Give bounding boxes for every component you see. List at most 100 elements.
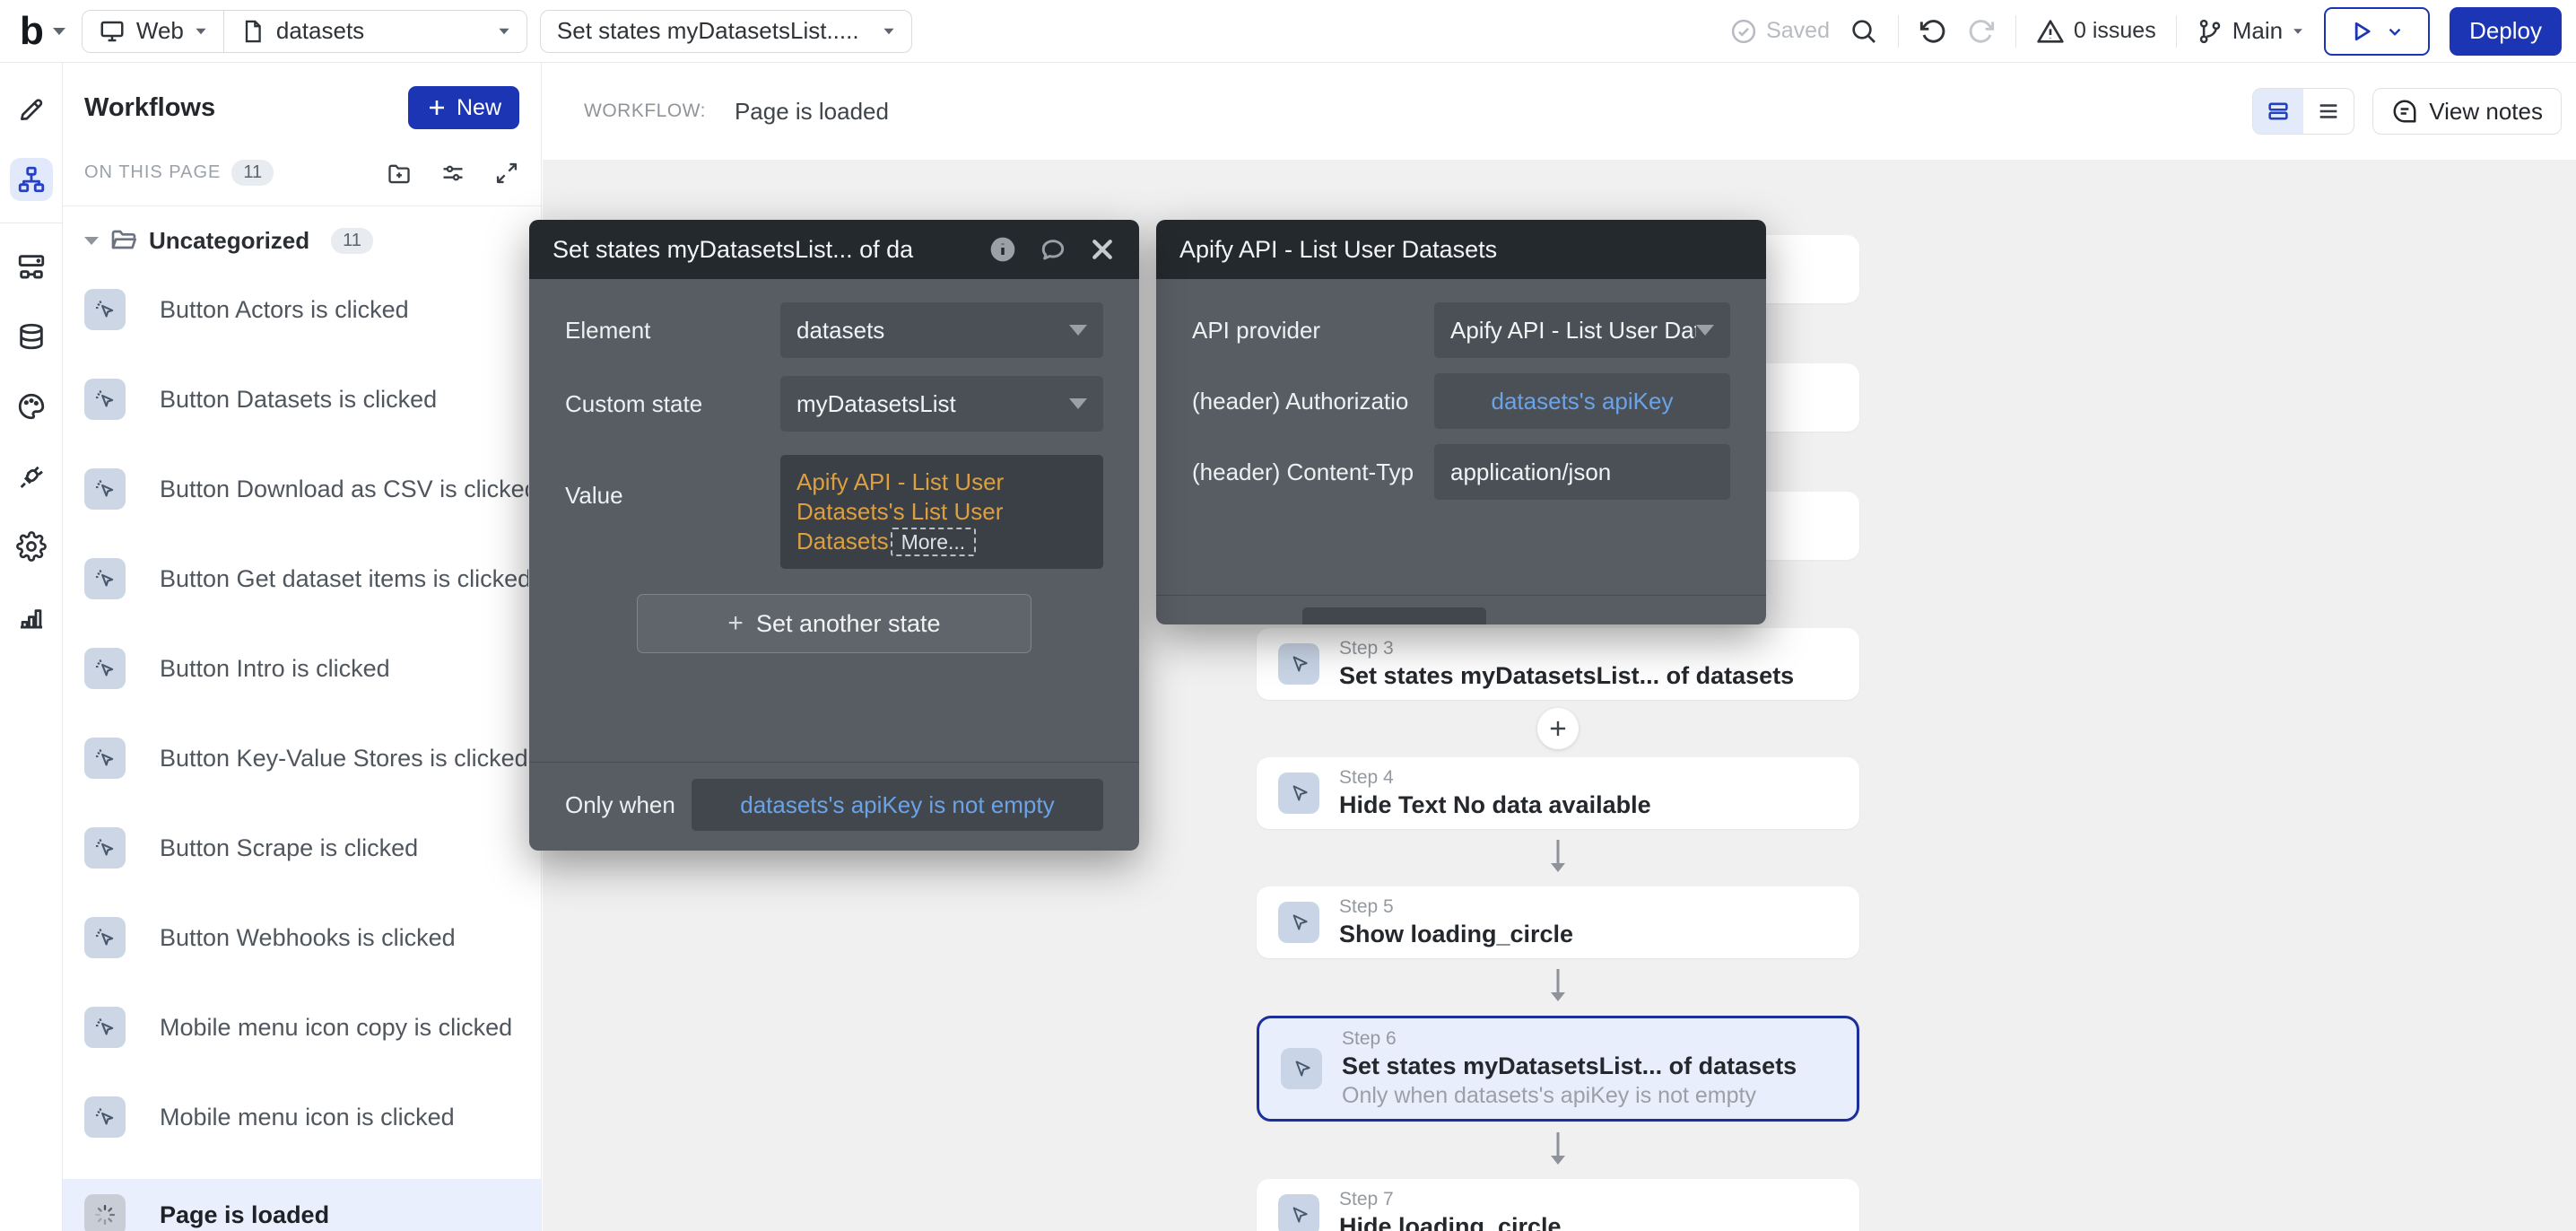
close-icon[interactable] [1089,236,1116,263]
nav-settings-gear-icon[interactable] [10,525,53,568]
list-view-toggle[interactable] [2303,89,2354,134]
value-expression-field[interactable]: Apify API - List User Datasets's List Us… [780,455,1103,569]
info-icon[interactable] [988,235,1017,264]
workflow-item-icon-box [84,738,126,779]
chevron-down-icon [2385,22,2405,41]
workflow-list-item[interactable]: Button Scrape is clicked [84,820,528,876]
api-call-dialog: Apify API - List User Datasets API provi… [1156,220,1766,624]
nav-logs-chart-icon[interactable] [10,595,53,638]
workflow-list-item[interactable]: Button Key-Value Stores is clicked [84,730,528,786]
section-count-badge: 11 [231,160,274,186]
delete-button[interactable]: Delete [1549,624,1619,625]
canvas-header: WORKFLOW: Page is loaded Vi [543,63,2576,160]
cursor-click-icon [92,566,117,591]
dialog-header[interactable]: Set states myDatasetsList... of da [529,220,1139,279]
more-chip[interactable]: More... [891,528,977,556]
workflow-list-item[interactable]: Button Intro is clicked [84,641,528,696]
branch-dropdown[interactable]: Main [2197,17,2304,45]
api-provider-dropdown[interactable]: Apify API - List User Dat... [1434,302,1730,358]
workflows-panel: Workflows New ON THIS PAGE 11 Unc [63,63,542,1231]
dialog-divider [1156,595,1766,596]
nav-styles-palette-icon[interactable] [10,385,53,428]
only-when-field[interactable]: datasets's apiKey is not empty [692,779,1103,831]
step-card[interactable]: Step 5 Show loading_circle [1257,886,1859,958]
toolbar-divider [1898,15,1899,48]
add-step-button[interactable] [1537,708,1579,749]
workflow-list-item[interactable]: Button Webhooks is clicked [84,910,528,965]
workflow-list-item[interactable]: Button Download as CSV is clicked [84,461,528,517]
action-cursor-icon [1278,773,1319,814]
monitor-icon [99,18,126,45]
step-title: Set states myDatasetsList... of datasets [1339,660,1794,691]
close-button[interactable]: Close [1302,607,1486,624]
workflow-list-item[interactable]: Page is loaded [63,1179,541,1231]
step-card[interactable]: Step 6 Set states myDatasetsList... of d… [1257,1016,1859,1122]
platform-dropdown[interactable]: Web [83,11,223,52]
expand-icon[interactable] [494,161,519,186]
workflow-list-item[interactable]: Button Datasets is clicked [84,371,528,427]
filter-sliders-icon[interactable] [440,161,466,186]
workflow-list-item[interactable]: Button Actors is clicked [84,282,528,337]
redo-icon[interactable] [1967,17,1996,46]
folder-plus-icon[interactable] [387,161,412,186]
workflow-item-icon-box [84,1096,126,1138]
save-status-label: Saved [1766,18,1830,44]
workflow-item-icon-box [84,1194,126,1231]
custom-state-dropdown[interactable]: myDatasetsList [780,376,1103,432]
view-notes-button[interactable]: View notes [2372,88,2562,135]
element-value: datasets [796,317,884,345]
auth-header-field[interactable]: datasets's apiKey [1434,373,1730,429]
content-type-value: application/json [1450,458,1611,486]
save-status: Saved [1730,18,1830,45]
nav-backend-icon[interactable] [10,245,53,288]
new-workflow-button[interactable]: New [408,86,519,129]
step-number-label: Step 3 [1339,637,1794,660]
dropdown-triangle-icon [1069,398,1087,409]
step-subtitle: Only when datasets's apiKey is not empty [1342,1081,1797,1110]
dialog-divider [529,762,1139,763]
folder-count-badge: 11 [331,228,373,254]
app-menu[interactable]: b [20,12,65,51]
workflow-selector-dropdown[interactable]: Set states myDatasetsList..... [540,10,912,53]
step-card[interactable]: Step 7 Hide loading_circle [1257,1179,1859,1231]
workflow-item-label: Button Actors is clicked [160,296,409,324]
element-dropdown[interactable]: datasets [780,302,1103,358]
folder-uncategorized[interactable]: Uncategorized 11 [84,226,528,255]
undo-icon[interactable] [1919,17,1947,46]
value-row: Value Apify API - List User Datasets's L… [565,455,1103,569]
note-bubble-icon [2391,98,2418,125]
dialog-header-icons [988,235,1116,264]
chevron-down-icon [2293,29,2302,34]
set-another-state-button[interactable]: +Set another state [637,594,1031,653]
step-card[interactable]: Step 4 Hide Text No data available [1257,757,1859,829]
nav-workflow-icon[interactable] [10,158,53,201]
api-provider-value: Apify API - List User Dat... [1450,317,1696,345]
git-branch-icon [2197,18,2224,45]
action-cursor-icon [1278,902,1319,943]
nav-plugins-icon[interactable] [10,455,53,498]
nav-design-pencil-icon[interactable] [10,88,53,131]
preview-button[interactable] [2324,7,2430,56]
workflow-list-item[interactable]: Mobile menu icon is clicked [84,1089,528,1145]
dialog-header[interactable]: Apify API - List User Datasets [1156,220,1766,279]
workflow-list-item[interactable]: Mobile menu icon copy is clicked [84,1000,528,1055]
search-icon[interactable] [1849,17,1878,46]
workflow-list-item[interactable]: Button Get dataset items is clicked [84,551,528,607]
workflow-item-label: Button Webhooks is clicked [160,924,456,952]
step-connector [1257,1122,1859,1179]
comment-bubble-icon[interactable] [1039,235,1067,264]
workflow-item-label: Button Datasets is clicked [160,386,437,414]
workflow-item-icon-box [84,558,126,599]
content-type-field[interactable]: application/json [1434,444,1730,500]
deploy-button[interactable]: Deploy [2450,7,2562,56]
cursor-click-icon [92,1015,117,1040]
workflow-item-label: Button Intro is clicked [160,655,390,683]
card-view-toggle[interactable] [2253,89,2303,134]
nav-database-icon[interactable] [10,315,53,358]
auth-header-value: datasets's apiKey [1492,388,1674,415]
issues-button[interactable]: 0 issues [2036,17,2156,46]
chevron-down-icon [196,28,205,33]
step-card[interactable]: Step 3 Set states myDatasetsList... of d… [1257,628,1859,700]
page-dropdown[interactable]: datasets [223,11,527,52]
check-circle-icon [1730,18,1757,45]
